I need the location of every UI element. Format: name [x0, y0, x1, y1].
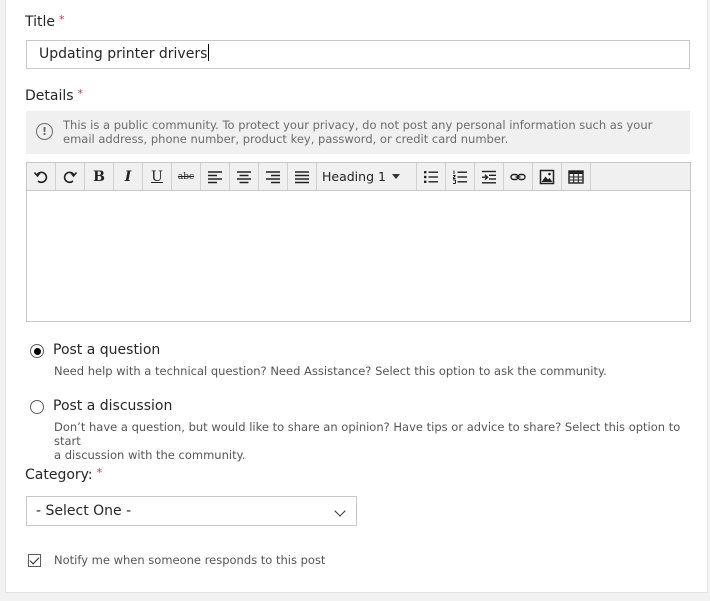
link-button[interactable]	[504, 163, 533, 190]
numbered-list-icon	[452, 170, 467, 184]
align-right-button[interactable]	[259, 163, 288, 190]
new-post-form: Title * Updating printer drivers Details *…	[5, 0, 708, 593]
table-button[interactable]	[562, 163, 591, 190]
chevron-down-icon	[334, 505, 346, 517]
indent-button[interactable]	[475, 163, 504, 190]
post-question-label[interactable]: Post a question	[53, 342, 160, 358]
align-justify-icon	[295, 170, 309, 183]
underline-icon: U	[151, 168, 163, 185]
category-label: Category: *	[25, 466, 103, 483]
align-center-icon	[237, 170, 251, 183]
align-justify-button[interactable]	[288, 163, 317, 190]
bold-icon: B	[93, 168, 105, 185]
strikethrough-button[interactable]: abc	[172, 163, 201, 190]
privacy-notice: ! This is a public community. To protect…	[26, 111, 690, 154]
text-caret	[208, 44, 210, 61]
title-label: Title *	[25, 13, 65, 30]
indent-icon	[482, 170, 496, 184]
italic-icon: I	[124, 168, 132, 185]
post-question-description: Need help with a technical question? Nee…	[54, 364, 607, 378]
italic-button[interactable]: I	[114, 163, 143, 190]
notify-checkbox[interactable]	[28, 554, 41, 567]
redo-button[interactable]	[56, 163, 85, 190]
category-select[interactable]: - Select One -	[26, 496, 357, 526]
underline-button[interactable]: U	[143, 163, 172, 190]
table-icon	[568, 169, 584, 184]
bulleted-list-icon	[424, 170, 438, 183]
details-label: Details *	[25, 87, 84, 104]
rich-text-editor: B I U abc Heading 1	[26, 162, 691, 322]
undo-icon	[33, 171, 48, 183]
editor-toolbar: B I U abc Heading 1	[27, 163, 690, 191]
post-discussion-label[interactable]: Post a discussion	[53, 398, 172, 414]
align-right-icon	[266, 170, 280, 183]
heading-dropdown[interactable]: Heading 1	[317, 163, 417, 190]
title-input[interactable]: Updating printer drivers	[26, 40, 690, 69]
bulleted-list-button[interactable]	[417, 163, 446, 190]
strikethrough-icon: abc	[177, 171, 195, 182]
bold-button[interactable]: B	[85, 163, 114, 190]
notify-label[interactable]: Notify me when someone responds to this …	[54, 553, 325, 567]
image-button[interactable]	[533, 163, 562, 190]
image-icon	[539, 169, 555, 184]
align-left-button[interactable]	[201, 163, 230, 190]
title-input-value: Updating printer drivers	[39, 46, 208, 62]
align-center-button[interactable]	[230, 163, 259, 190]
editor-content-area[interactable]	[27, 190, 690, 321]
heading-dropdown-value: Heading 1	[322, 169, 386, 184]
post-discussion-description-line: Don’t have a question, but would like to…	[54, 420, 681, 448]
post-discussion-description-line: a discussion with the community.	[54, 448, 246, 462]
align-left-icon	[208, 170, 222, 183]
undo-button[interactable]	[27, 163, 56, 190]
info-icon: !	[36, 123, 53, 140]
post-discussion-description: Don’t have a question, but would like to…	[54, 420, 694, 462]
post-discussion-radio[interactable]	[30, 400, 44, 414]
redo-icon	[63, 171, 78, 183]
numbered-list-button[interactable]	[446, 163, 475, 190]
caret-down-icon	[392, 174, 400, 179]
required-mark: *	[96, 466, 103, 479]
post-question-radio[interactable]	[30, 344, 44, 358]
required-mark: *	[59, 13, 65, 26]
category-select-value: - Select One -	[36, 503, 132, 519]
required-mark: *	[77, 87, 84, 100]
privacy-notice-text: This is a public community. To protect y…	[63, 118, 653, 146]
link-icon	[510, 173, 526, 180]
